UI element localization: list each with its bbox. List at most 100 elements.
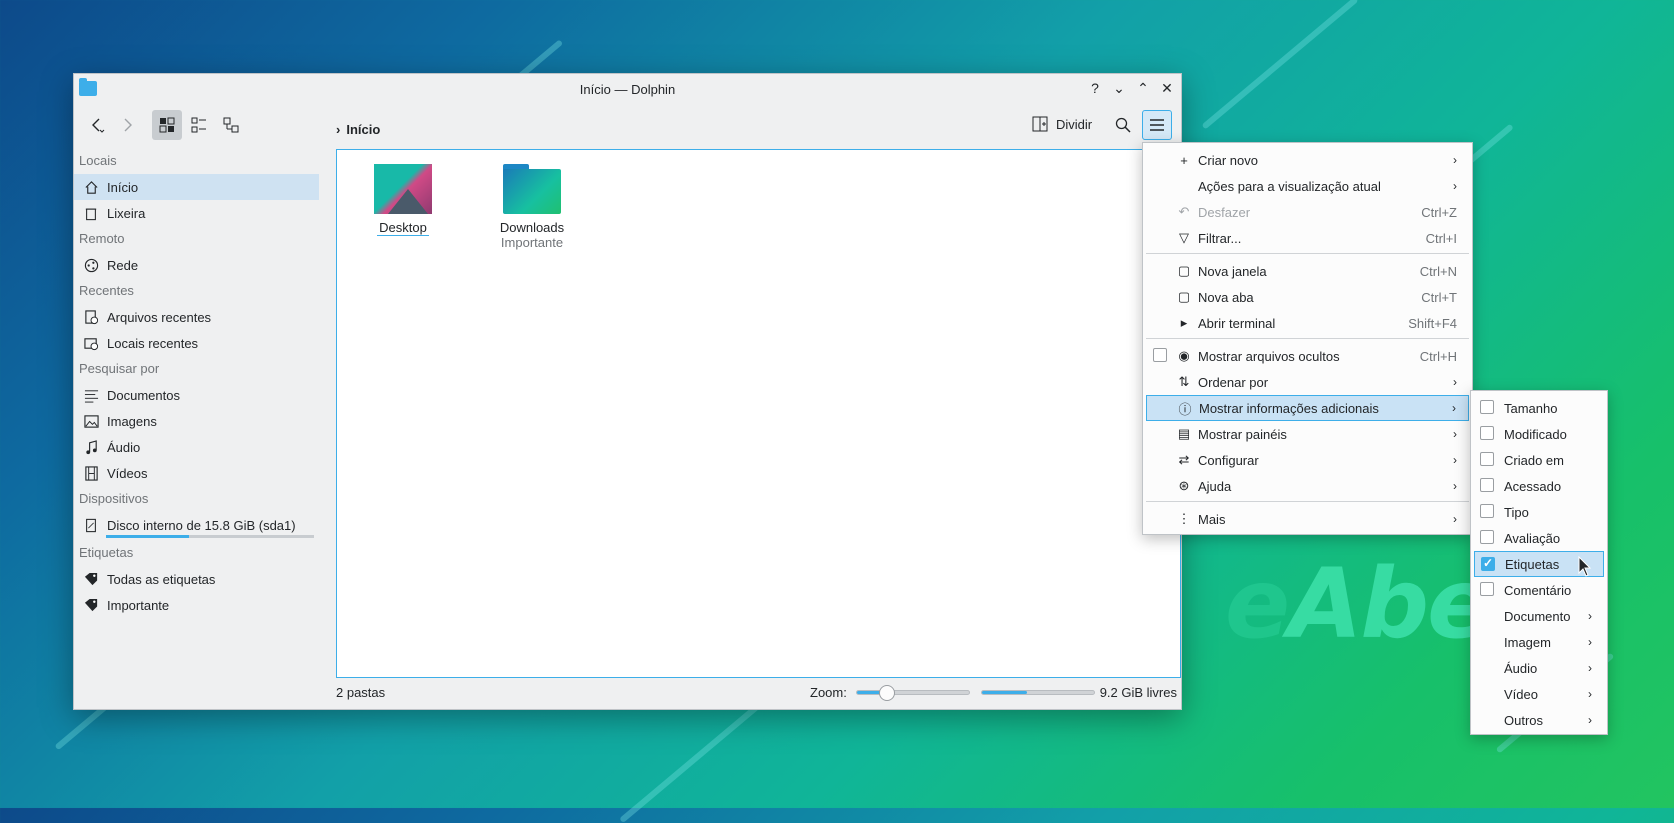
menu-item-mostrar-arquivos-ocultos[interactable]: ◉ Mostrar arquivos ocultos Ctrl+H: [1146, 343, 1469, 369]
menu-item-nova-aba[interactable]: ▢ Nova aba Ctrl+T: [1146, 284, 1469, 310]
minimize-button[interactable]: ⌄: [1111, 79, 1127, 97]
back-button[interactable]: [82, 110, 112, 140]
sidebar-item-label: Lixeira: [107, 205, 146, 221]
submenu-item-label: Etiquetas: [1505, 556, 1560, 572]
zoom-slider-handle[interactable]: [879, 685, 896, 701]
file-view[interactable]: Desktop Downloads Importante: [336, 149, 1181, 678]
menu-item-shortcut: Ctrl+N: [1419, 263, 1457, 279]
submenu-item-outros[interactable]: Outros ›: [1474, 707, 1604, 733]
submenu-item-criado-em[interactable]: Criado em: [1474, 447, 1604, 473]
menu-item-criar-novo[interactable]: + Criar novo ›: [1146, 147, 1469, 173]
breadcrumb-current[interactable]: Início: [346, 122, 380, 137]
split-label: Dividir: [1056, 116, 1093, 132]
checkbox[interactable]: [1480, 478, 1494, 492]
icons-view-button[interactable]: [152, 110, 182, 140]
downloads-folder-icon: [503, 164, 561, 214]
submenu-item-avaliação[interactable]: Avaliação: [1474, 525, 1604, 551]
forward-button[interactable]: [112, 110, 142, 140]
menu-item-nova-janela[interactable]: ▢ Nova janela Ctrl+N: [1146, 258, 1469, 284]
menu-item-mais[interactable]: ⋮ Mais ›: [1146, 506, 1469, 532]
submenu-item-imagem[interactable]: Imagem ›: [1474, 629, 1604, 655]
zoom-slider[interactable]: [856, 685, 970, 701]
menu-item-label: Criar novo: [1198, 152, 1258, 168]
breadcrumb[interactable]: › Início: [336, 122, 380, 137]
sidebar-item-label: Início: [107, 179, 139, 195]
sidebar-item-locais-recentes[interactable]: Locais recentes: [74, 330, 319, 356]
chevron-right-icon: ›: [1588, 609, 1592, 623]
documents-icon: [83, 387, 99, 403]
dolphin-window: Início — Dolphin ? ⌄ ⌃ ✕ › Início Dividi…: [73, 73, 1182, 710]
checkbox[interactable]: [1480, 582, 1494, 596]
menu-item-mostrar-painéis[interactable]: ▤ Mostrar painéis ›: [1146, 421, 1469, 447]
submenu-item-tipo[interactable]: Tipo: [1474, 499, 1604, 525]
recent-places-icon: [83, 335, 99, 351]
submenu-item-vídeo[interactable]: Vídeo ›: [1474, 681, 1604, 707]
submenu-item-documento[interactable]: Documento ›: [1474, 603, 1604, 629]
sidebar-item-imagens[interactable]: Imagens: [74, 408, 319, 434]
menu-item-filtrar[interactable]: ▽ Filtrar... Ctrl+I: [1146, 225, 1469, 251]
back-arrow-icon: [92, 118, 105, 133]
menu-item-label: Configurar: [1198, 452, 1259, 468]
menu-item-shortcut: Ctrl+T: [1421, 289, 1457, 305]
forward-arrow-icon: [124, 118, 132, 132]
section-remoto: Remoto: [79, 231, 125, 246]
submenu-item-comentário[interactable]: Comentário: [1474, 577, 1604, 603]
sidebar-item-documentos[interactable]: Documentos: [74, 382, 319, 408]
hamburger-menu-button[interactable]: [1142, 110, 1172, 140]
file-item-downloads[interactable]: Downloads Importante: [472, 164, 592, 250]
sidebar-item-disco[interactable]: Disco interno de 15.8 GiB (sda1): [74, 512, 319, 538]
checkbox[interactable]: [1480, 426, 1494, 440]
sidebar-item-inicio[interactable]: Início: [74, 174, 319, 200]
submenu-item-áudio[interactable]: Áudio ›: [1474, 655, 1604, 681]
menu-item-desfazer[interactable]: ↶ Desfazer Ctrl+Z: [1146, 199, 1469, 225]
menu-item-icon: ▢: [1177, 289, 1191, 304]
sidebar-item-todas-etiquetas[interactable]: Todas as etiquetas: [74, 566, 319, 592]
submenu-item-acessado[interactable]: Acessado: [1474, 473, 1604, 499]
search-button[interactable]: [1108, 110, 1138, 140]
file-item-desktop[interactable]: Desktop: [343, 164, 463, 236]
close-button[interactable]: ✕: [1159, 79, 1175, 97]
sidebar-item-arquivos-recentes[interactable]: Arquivos recentes: [74, 304, 319, 330]
sidebar-item-audio[interactable]: Áudio: [74, 434, 319, 460]
submenu-item-tamanho[interactable]: Tamanho: [1474, 395, 1604, 421]
places-panel: Locais Início Lixeira Remoto Rede Recent…: [74, 148, 319, 673]
menu-item-ações-para-a-visualização-atual[interactable]: Ações para a visualização atual ›: [1146, 173, 1469, 199]
checkbox[interactable]: [1480, 530, 1494, 544]
menu-item-label: Nova aba: [1198, 289, 1254, 305]
details-view-button[interactable]: [216, 110, 246, 140]
checkbox[interactable]: [1153, 348, 1167, 362]
menu-item-label: Desfazer: [1198, 204, 1251, 220]
mouse-cursor-icon: [1578, 556, 1592, 577]
checkbox[interactable]: [1481, 556, 1495, 571]
chevron-right-icon: ›: [1588, 635, 1592, 649]
file-tag: Importante: [500, 235, 564, 250]
checkbox[interactable]: [1480, 504, 1494, 518]
help-button[interactable]: ?: [1087, 79, 1103, 97]
sidebar-item-importante[interactable]: Importante: [74, 592, 319, 618]
section-locais: Locais: [79, 153, 117, 168]
chevron-right-icon: ›: [1453, 153, 1457, 167]
disk-icon: [83, 517, 99, 533]
sidebar-item-label: Documentos: [107, 387, 180, 403]
status-bar: 2 pastas Zoom: 9.2 GiB livres: [336, 681, 1179, 703]
section-etiquetas: Etiquetas: [79, 545, 134, 560]
submenu-item-modificado[interactable]: Modificado: [1474, 421, 1604, 447]
sidebar-item-videos[interactable]: Vídeos: [74, 460, 319, 486]
menu-item-mostrar-informações-adicionais[interactable]: ⓘ Mostrar informações adicionais ›: [1146, 395, 1469, 421]
maximize-button[interactable]: ⌃: [1135, 79, 1151, 97]
compact-view-button[interactable]: [184, 110, 214, 140]
checkbox[interactable]: [1480, 400, 1494, 414]
menu-item-abrir-terminal[interactable]: ▸ Abrir terminal Shift+F4: [1146, 310, 1469, 336]
sidebar-item-rede[interactable]: Rede: [74, 252, 319, 278]
menu-item-icon: ▸: [1180, 315, 1188, 330]
sidebar-item-lixeira[interactable]: Lixeira: [74, 200, 319, 226]
split-button[interactable]: Dividir: [1032, 116, 1092, 132]
menu-item-configurar[interactable]: ⇄ Configurar ›: [1146, 447, 1469, 473]
menu-item-ordenar-por[interactable]: ⇅ Ordenar por ›: [1146, 369, 1469, 395]
main-menu: + Criar novo › Ações para a visualização at…: [1142, 142, 1473, 535]
menu-item-ajuda[interactable]: ⊛ Ajuda ›: [1146, 473, 1469, 499]
folder-count: 2 pastas: [336, 684, 386, 700]
checkbox[interactable]: [1480, 452, 1494, 466]
chevron-right-icon: ›: [1453, 512, 1457, 526]
submenu-item-label: Áudio: [1504, 660, 1538, 676]
